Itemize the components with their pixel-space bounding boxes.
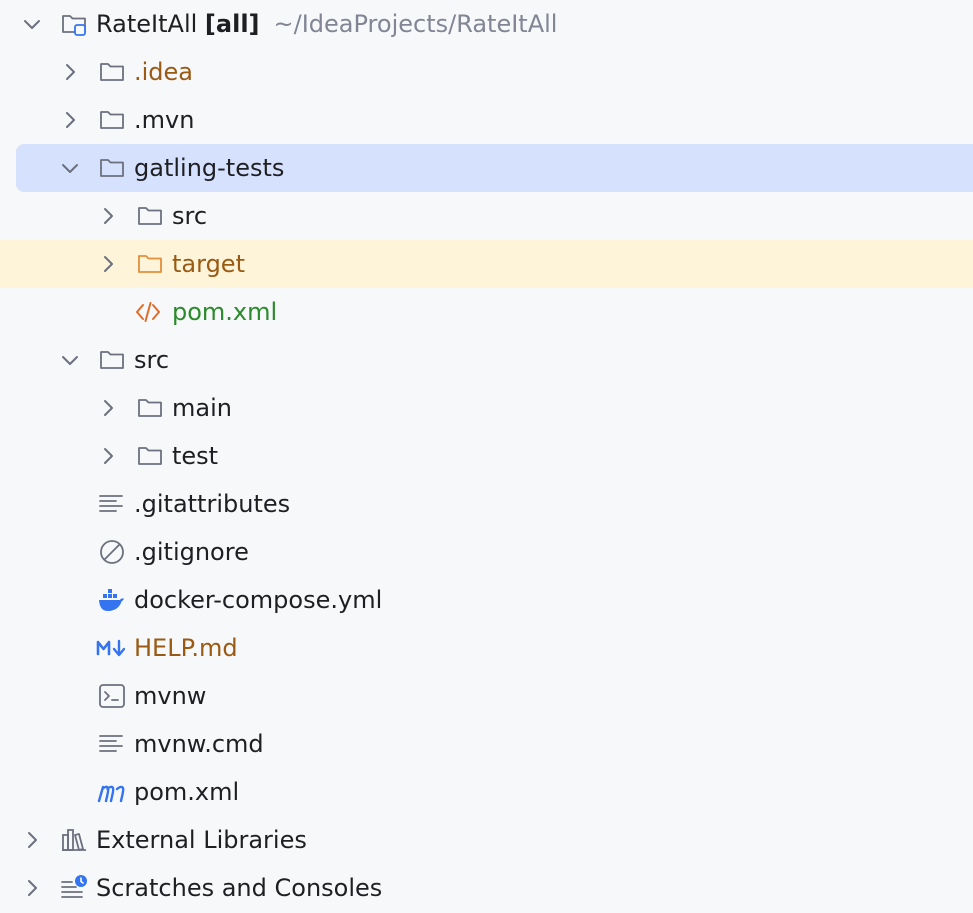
chevron-down-icon[interactable] (58, 156, 82, 180)
tree-row-src[interactable]: src (0, 336, 973, 384)
chevron-right-icon[interactable] (96, 252, 120, 276)
tree-label-gatling-tests: gatling-tests (134, 154, 285, 182)
tree-row-gitignore[interactable]: .gitignore (0, 528, 973, 576)
folder-icon (100, 159, 124, 177)
tree-row-pom[interactable]: pom.xml (0, 768, 973, 816)
folder-icon (100, 111, 124, 129)
tree-label-docker-compose: docker-compose.yml (134, 586, 383, 614)
chevron-down-icon[interactable] (20, 12, 44, 36)
tree-row-gatling-tests[interactable]: gatling-tests (16, 144, 973, 192)
tree-row-gatling-pom[interactable]: pom.xml (0, 288, 973, 336)
folder-icon (100, 351, 124, 369)
tree-label-mvnw-cmd: mvnw.cmd (134, 730, 264, 758)
tree-row-gitattributes[interactable]: .gitattributes (0, 480, 973, 528)
tree-label-src: src (134, 346, 170, 374)
tree-row-docker-compose[interactable]: docker-compose.yml (0, 576, 973, 624)
text-file-icon (99, 495, 123, 512)
tree-label-gatling-target: target (172, 250, 245, 278)
text-file-icon (99, 735, 123, 752)
tree-label-gitattributes: .gitattributes (134, 490, 291, 518)
folder-icon (138, 447, 162, 465)
chevron-right-icon[interactable] (96, 396, 120, 420)
tree-label-scratches: Scratches and Consoles (96, 874, 383, 902)
excluded-folder-icon (138, 255, 162, 273)
project-tree: RateItAll [all] ~/IdeaProjects/RateItAll … (0, 0, 973, 913)
tree-label-src-test: test (172, 442, 219, 470)
maven-icon (97, 785, 125, 803)
tree-row-help-md[interactable]: HELP.md (0, 624, 973, 672)
project-badge: [all] (204, 10, 260, 38)
tree-label-mvn: .mvn (134, 106, 195, 134)
tree-row-src-main[interactable]: main (0, 384, 973, 432)
tree-row-external-libraries[interactable]: External Libraries (0, 816, 973, 864)
chevron-right-icon[interactable] (20, 876, 44, 900)
module-folder-icon (62, 15, 86, 36)
scratches-icon (61, 875, 87, 898)
folder-icon (138, 399, 162, 417)
chevron-right-icon[interactable] (58, 60, 82, 84)
folder-icon (100, 63, 124, 81)
project-path: ~/IdeaProjects/RateItAll (273, 10, 558, 38)
xml-file-icon (136, 302, 160, 322)
tree-row-idea[interactable]: .idea (0, 48, 973, 96)
tree-row-gatling-src[interactable]: src (0, 192, 973, 240)
tree-label-help-md: HELP.md (134, 634, 238, 662)
tree-label-mvnw: mvnw (134, 682, 207, 710)
libraries-icon (62, 829, 86, 851)
tree-label-gatling-src: src (172, 202, 208, 230)
chevron-right-icon[interactable] (96, 444, 120, 468)
tree-label-idea: .idea (134, 58, 194, 86)
tree-row-project-root[interactable]: RateItAll [all] ~/IdeaProjects/RateItAll (0, 0, 973, 48)
markdown-icon (96, 639, 126, 657)
tree-row-mvnw-cmd[interactable]: mvnw.cmd (0, 720, 973, 768)
docker-icon (99, 589, 124, 611)
tree-row-gatling-target[interactable]: target (0, 240, 973, 288)
chevron-right-icon[interactable] (96, 204, 120, 228)
chevron-right-icon[interactable] (20, 828, 44, 852)
tree-row-scratches[interactable]: Scratches and Consoles (0, 864, 973, 912)
shell-script-icon (99, 684, 125, 708)
tree-row-src-test[interactable]: test (0, 432, 973, 480)
tree-row-mvnw[interactable]: mvnw (0, 672, 973, 720)
ignore-file-icon (100, 540, 124, 564)
folder-icon (138, 207, 162, 225)
chevron-right-icon[interactable] (58, 108, 82, 132)
tree-label-gitignore: .gitignore (134, 538, 249, 566)
tree-label-pom: pom.xml (134, 778, 240, 806)
tree-label-external-libraries: External Libraries (96, 826, 307, 854)
tree-label-gatling-pom: pom.xml (172, 298, 278, 326)
project-name: RateItAll (96, 10, 198, 38)
tree-label-src-main: main (172, 394, 232, 422)
tree-row-mvn[interactable]: .mvn (0, 96, 973, 144)
project-root-label: RateItAll [all] ~/IdeaProjects/RateItAll (96, 0, 557, 48)
chevron-down-icon[interactable] (58, 348, 82, 372)
